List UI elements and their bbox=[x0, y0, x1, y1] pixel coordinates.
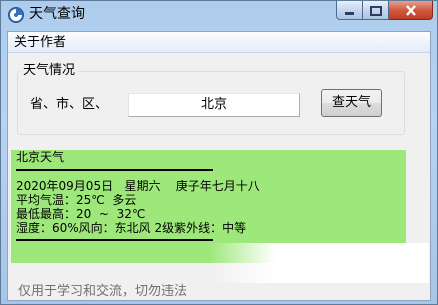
result-temp-line: 平均气温：25℃ 多云 bbox=[16, 193, 137, 207]
result-divider-top bbox=[16, 169, 213, 171]
maximize-icon bbox=[369, 1, 382, 20]
window-title: 天气查询 bbox=[29, 6, 85, 22]
location-input[interactable]: 北京 bbox=[128, 93, 300, 117]
minimize-button[interactable] bbox=[336, 1, 363, 20]
app-icon bbox=[7, 6, 25, 24]
footer-disclaimer: 仅用于学习和交流，切勿违法 bbox=[18, 284, 188, 299]
maximize-button[interactable] bbox=[363, 1, 389, 20]
result-heading: 北京天气 bbox=[16, 150, 65, 164]
window-controls bbox=[336, 1, 433, 21]
result-divider-bottom bbox=[16, 239, 213, 241]
title-bar[interactable]: 天气查询 bbox=[1, 1, 437, 29]
white-overlay bbox=[209, 243, 429, 283]
location-label: 省、市、区、 bbox=[30, 97, 109, 112]
query-weather-button[interactable]: 查天气 bbox=[321, 89, 382, 117]
minimize-icon bbox=[344, 1, 355, 20]
close-icon bbox=[405, 1, 417, 20]
close-button[interactable] bbox=[389, 1, 433, 20]
menu-bar: 关于作者 bbox=[8, 32, 430, 53]
result-date-line: 2020年09月05日 星期六 庚子年七月十八 bbox=[16, 179, 260, 193]
groupbox-title: 天气情况 bbox=[20, 63, 79, 79]
menu-item-about-author[interactable]: 关于作者 bbox=[12, 34, 68, 51]
app-window: 天气查询 关于作者 天气情况 省、市、区、 北京 查天气 北京天气 2020年0… bbox=[0, 0, 438, 305]
result-range-line: 最低最高：20 ~ 32℃ bbox=[16, 207, 146, 221]
result-humidity-line: 湿度：60%风向：东北风 2级紫外线：中等 bbox=[16, 221, 247, 235]
